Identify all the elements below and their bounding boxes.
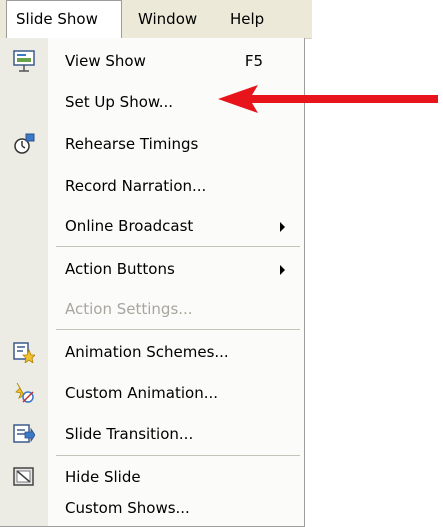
menu-item-label: Action Settings... [65,300,193,318]
menu-item-record-narration[interactable]: Record Narration... [0,167,303,205]
submenu-arrow-icon [280,265,285,275]
hide-slide-icon [13,467,34,486]
menu-item-online-broadcast[interactable]: Online Broadcast [0,207,303,245]
menu-item-label: Set Up Show... [65,93,174,111]
custom-animation-icon [15,382,34,403]
menu-item-label: Action Buttons [65,260,175,278]
animation-schemes-icon [13,342,35,363]
menu-item-label: Slide Transition... [65,425,194,443]
slide-transition-icon [13,424,35,443]
menu-item-label: Record Narration... [65,177,207,195]
menu-item-label: Online Broadcast [65,217,194,235]
shortcut-label: F5 [244,52,263,70]
submenu-arrow-icon [280,222,285,232]
menu-item-label: Custom Shows... [65,499,190,517]
menu-item-animation-schemes[interactable]: Animation Schemes... [0,333,303,371]
menu-item-action-buttons[interactable]: Action Buttons [0,250,303,288]
menu-item-custom-animation[interactable]: Custom Animation... [0,374,303,412]
menu-item-slide-transition[interactable]: Slide Transition... [0,415,303,453]
menu-item-view-show[interactable]: View Show F5 [0,42,303,80]
menu-separator [56,246,300,247]
menu-bar: Slide Show Window Help [0,0,312,39]
menu-item-rehearse-timings[interactable]: Rehearse Timings [0,125,303,163]
projector-screen-icon [13,50,35,72]
menu-separator [56,329,300,330]
menu-item-label: Rehearse Timings [65,135,199,153]
menu-item-custom-shows[interactable]: Custom Shows... [0,489,303,527]
menu-item-label: View Show [65,52,146,70]
menu-window[interactable]: Window [138,0,197,38]
menu-item-action-settings: Action Settings... [0,290,303,328]
menu-slide-show[interactable]: Slide Show [6,0,122,38]
annotation-arrow-icon [218,85,438,113]
menu-separator [56,455,300,456]
menu-help[interactable]: Help [230,0,264,38]
stopwatch-icon [14,133,35,154]
menu-item-label: Custom Animation... [65,384,219,402]
menu-item-label: Animation Schemes... [65,343,229,361]
